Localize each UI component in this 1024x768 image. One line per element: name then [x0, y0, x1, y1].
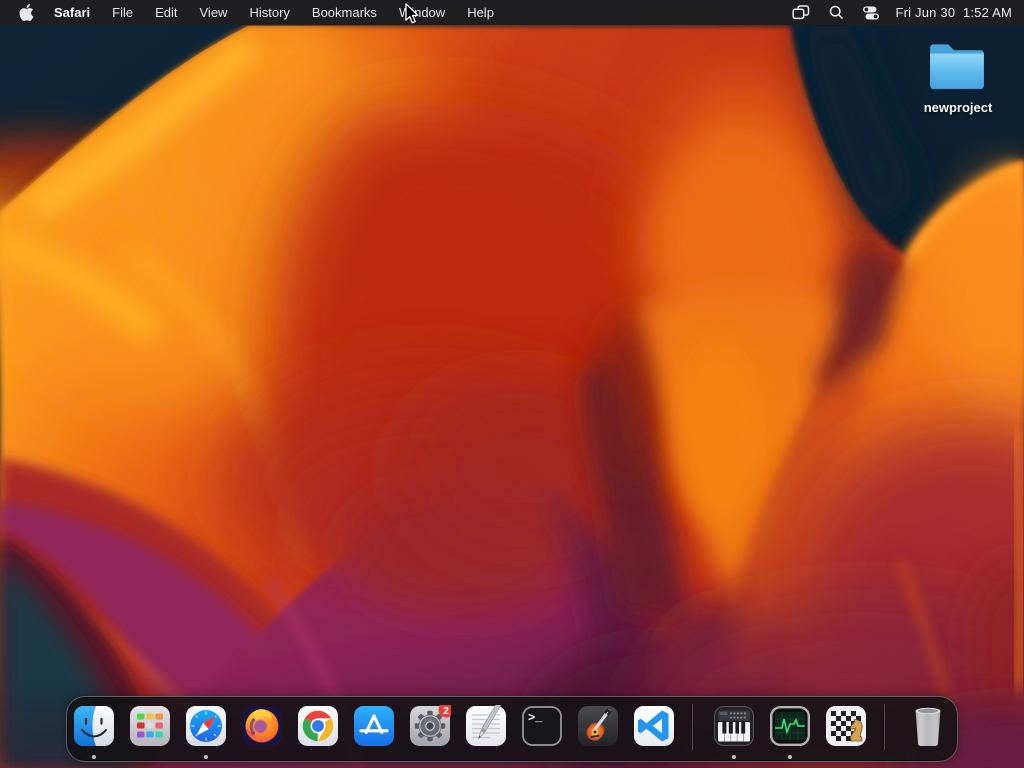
svg-text:>_: >_	[528, 711, 543, 725]
svg-text:2: 2	[443, 705, 449, 717]
